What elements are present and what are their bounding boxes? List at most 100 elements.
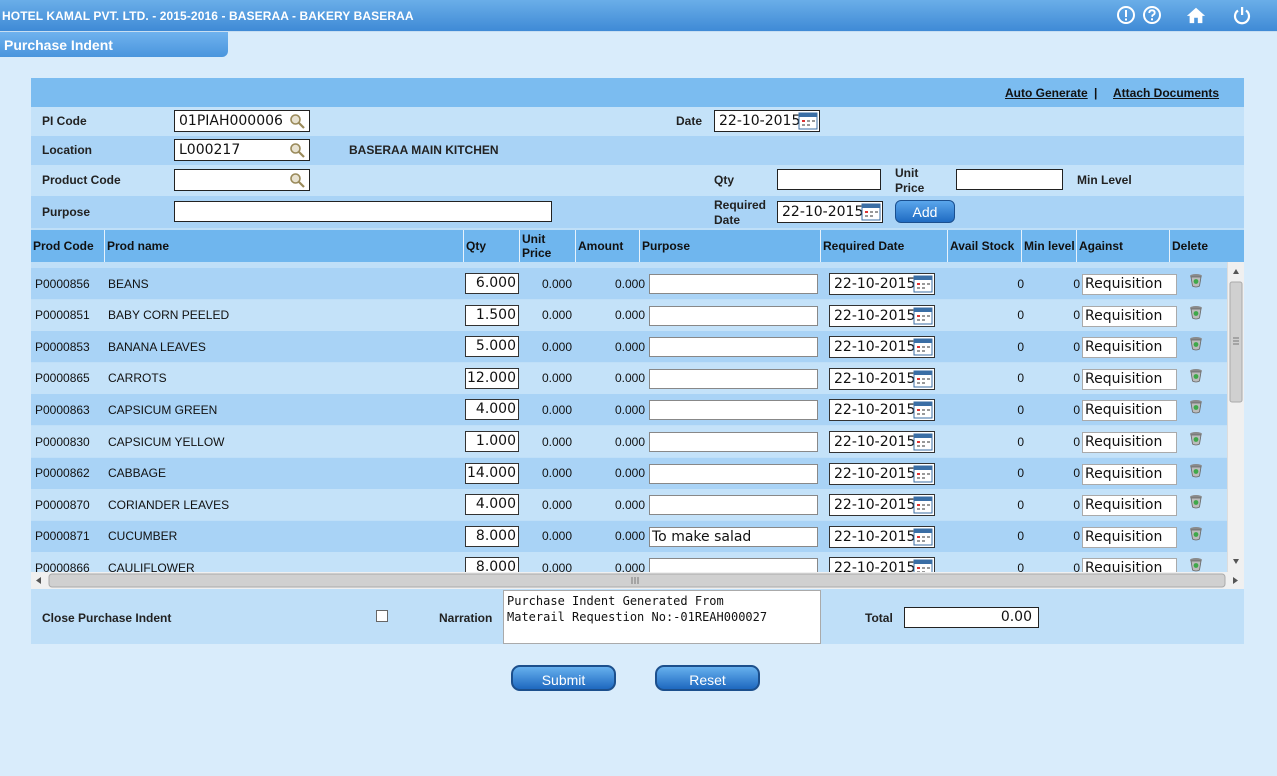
row-purpose-input[interactable]: [649, 368, 818, 389]
calendar-icon[interactable]: [798, 112, 818, 130]
help-icon[interactable]: [1142, 5, 1162, 25]
product-code-field[interactable]: [174, 169, 310, 191]
row-purpose-input[interactable]: [649, 400, 818, 421]
qty-field[interactable]: [777, 169, 881, 190]
row-delete-button[interactable]: [1188, 489, 1204, 520]
row-qty-input[interactable]: 8.000: [465, 557, 519, 572]
delete-icon[interactable]: [1188, 493, 1204, 509]
horizontal-scrollbar[interactable]: [31, 572, 1244, 589]
submit-button[interactable]: Submit: [511, 665, 616, 691]
row-delete-button[interactable]: [1188, 331, 1204, 362]
unit-price-field[interactable]: [956, 169, 1063, 190]
row-required-date-value: 22-10-2015: [834, 276, 916, 292]
close-purchase-indent-checkbox[interactable]: [376, 610, 388, 622]
row-qty-input[interactable]: 4.000: [465, 399, 519, 421]
delete-icon[interactable]: [1188, 304, 1204, 320]
row-delete-button[interactable]: [1188, 394, 1204, 425]
attach-documents-link[interactable]: Attach Documents: [1113, 86, 1219, 100]
row-against-select[interactable]: Requisition: [1082, 526, 1177, 548]
delete-icon[interactable]: [1188, 398, 1204, 414]
row-purpose-input[interactable]: [649, 305, 818, 326]
row-qty-input[interactable]: 12.000: [465, 367, 519, 389]
row-against-select[interactable]: Requisition: [1082, 274, 1177, 295]
date-value: 22-10-2015: [719, 113, 801, 129]
row-qty-input[interactable]: 1.000: [465, 431, 519, 452]
row-purpose-input[interactable]: [649, 432, 818, 452]
home-icon[interactable]: [1186, 5, 1206, 25]
reset-button[interactable]: Reset: [655, 665, 760, 691]
row-delete-button[interactable]: [1188, 426, 1204, 457]
row-purpose-input[interactable]: [649, 274, 818, 294]
row-delete-button[interactable]: [1188, 363, 1204, 394]
calendar-icon[interactable]: [913, 528, 933, 546]
row-qty-input[interactable]: 6.000: [465, 273, 519, 294]
row-required-date-input[interactable]: 22-10-2015: [829, 462, 935, 485]
row-delete-button[interactable]: [1188, 521, 1204, 552]
delete-icon[interactable]: [1188, 367, 1204, 383]
delete-icon[interactable]: [1188, 430, 1204, 446]
auto-generate-link[interactable]: Auto Generate: [1005, 86, 1088, 100]
calendar-icon[interactable]: [913, 275, 933, 293]
row-against-select[interactable]: Requisition: [1082, 432, 1177, 453]
search-icon[interactable]: [289, 172, 305, 188]
power-icon[interactable]: [1232, 5, 1252, 25]
location-field[interactable]: L000217: [174, 139, 310, 161]
row-delete-button[interactable]: [1188, 552, 1204, 572]
row-required-date-input[interactable]: 22-10-2015: [829, 304, 935, 327]
row-required-date-input[interactable]: 22-10-2015: [829, 557, 935, 572]
row-qty-input[interactable]: 5.000: [465, 336, 519, 358]
purpose-field[interactable]: [174, 201, 552, 222]
calendar-icon[interactable]: [913, 433, 933, 451]
narration-textarea[interactable]: Purchase Indent Generated From Materail …: [503, 590, 821, 644]
row-required-date-input[interactable]: 22-10-2015: [829, 336, 935, 359]
row-purpose-input[interactable]: To make salad: [649, 526, 818, 547]
row-against-select[interactable]: Requisition: [1082, 495, 1177, 517]
calendar-icon[interactable]: [913, 465, 933, 483]
row-qty-input[interactable]: 8.000: [465, 525, 519, 547]
calendar-icon[interactable]: [913, 307, 933, 325]
delete-icon[interactable]: [1188, 556, 1204, 572]
row-required-date-input[interactable]: 22-10-2015: [829, 525, 935, 548]
row-qty-input[interactable]: 14.000: [465, 462, 519, 484]
row-delete-button[interactable]: [1188, 268, 1204, 299]
col-required-date: Required Date: [821, 230, 948, 262]
row-purpose-input[interactable]: [649, 463, 818, 484]
vertical-scrollbar[interactable]: [1227, 262, 1244, 572]
row-delete-button[interactable]: [1188, 458, 1204, 489]
row-qty-input[interactable]: 1.500: [465, 304, 519, 326]
row-required-date-input[interactable]: 22-10-2015: [829, 367, 935, 390]
row-purpose-input[interactable]: [649, 337, 818, 358]
calendar-icon[interactable]: [913, 559, 933, 572]
calendar-icon[interactable]: [913, 496, 933, 514]
delete-icon[interactable]: [1188, 525, 1204, 541]
delete-icon[interactable]: [1188, 335, 1204, 351]
row-against-select[interactable]: Requisition: [1082, 337, 1177, 359]
row-required-date-input[interactable]: 22-10-2015: [829, 399, 935, 422]
calendar-icon[interactable]: [913, 338, 933, 356]
calendar-icon[interactable]: [861, 203, 881, 221]
row-required-date-input[interactable]: 22-10-2015: [829, 494, 935, 517]
delete-icon[interactable]: [1188, 462, 1204, 478]
row-against-select[interactable]: Requisition: [1082, 368, 1177, 390]
row-against-select[interactable]: Requisition: [1082, 463, 1177, 485]
search-icon[interactable]: [289, 113, 305, 129]
row-against-select[interactable]: Requisition: [1082, 558, 1177, 572]
search-icon[interactable]: [289, 142, 305, 158]
row-purpose-input[interactable]: [649, 495, 818, 516]
required-date-field[interactable]: 22-10-2015: [777, 201, 883, 223]
row-purpose-input[interactable]: [649, 558, 818, 572]
row-delete-button[interactable]: [1188, 300, 1204, 331]
row-against-select[interactable]: Requisition: [1082, 400, 1177, 422]
add-button[interactable]: Add: [895, 200, 955, 223]
row-required-date-input[interactable]: 22-10-2015: [829, 273, 935, 295]
row-qty-input[interactable]: 4.000: [465, 494, 519, 516]
row-against-select[interactable]: Requisition: [1082, 305, 1177, 327]
pi-code-field[interactable]: 01PIAH000006: [174, 110, 310, 132]
alert-icon[interactable]: [1116, 5, 1136, 25]
calendar-icon[interactable]: [913, 401, 933, 419]
delete-icon[interactable]: [1188, 272, 1204, 288]
table-row: P0000870 CORIANDER LEAVES 4.000 0.000 0.000 2…: [31, 489, 1227, 521]
date-field[interactable]: 22-10-2015: [714, 110, 820, 132]
row-required-date-input[interactable]: 22-10-2015: [829, 431, 935, 453]
calendar-icon[interactable]: [913, 370, 933, 388]
